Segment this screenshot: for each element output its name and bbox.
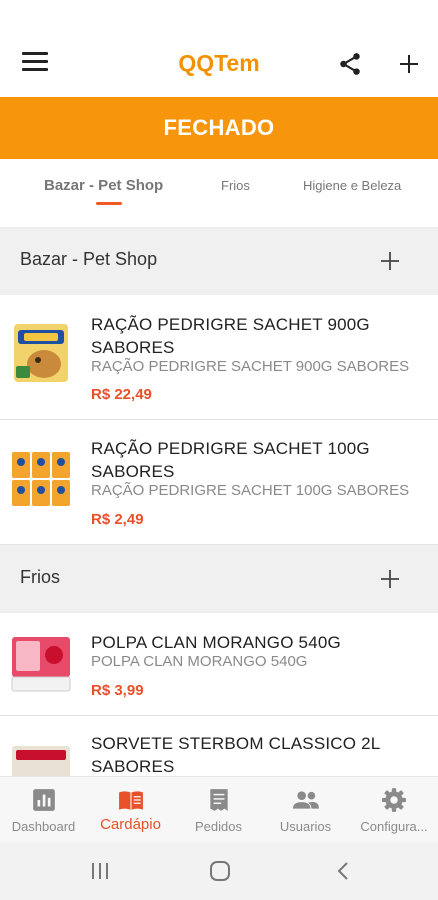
back-icon[interactable] bbox=[332, 860, 356, 882]
product-name: RAÇÃO PEDRIGRE SACHET 100G SABORES bbox=[91, 439, 370, 481]
nav-cardapio[interactable]: Cardápio bbox=[87, 777, 174, 843]
store-status-banner: FECHADO bbox=[0, 97, 438, 159]
home-icon[interactable] bbox=[208, 860, 232, 882]
receipt-icon bbox=[209, 789, 228, 811]
nav-pedidos[interactable]: Pedidos bbox=[175, 777, 262, 843]
section-title: Bazar - Pet Shop bbox=[20, 249, 158, 269]
product-image bbox=[12, 452, 70, 506]
product-description: RAÇÃO PEDRIGRE SACHET 100G SABORES bbox=[91, 482, 410, 499]
nav-label: Dashboard bbox=[11, 819, 76, 834]
nav-label: Cardápio bbox=[100, 816, 161, 833]
product-name: SORVETE STERBOM CLASSICO 2L SABORES bbox=[91, 734, 380, 776]
product-name: POLPA CLAN MORANGO 540G bbox=[91, 633, 341, 652]
gear-icon bbox=[382, 788, 406, 812]
product-item[interactable]: POLPA CLAN MORANGO 540G POLPA CLAN MORAN… bbox=[0, 613, 438, 716]
tab-frios[interactable]: Frios bbox=[221, 178, 250, 193]
category-tabs: Bazar - Pet Shop Frios Higiene e Beleza bbox=[0, 159, 438, 225]
nav-label: Configura... bbox=[360, 819, 428, 834]
app-title: QQTem bbox=[178, 50, 260, 76]
recent-apps-icon[interactable] bbox=[88, 860, 112, 882]
section-title: Frios bbox=[20, 567, 60, 587]
product-price: R$ 3,99 bbox=[91, 682, 144, 699]
product-item[interactable]: RAÇÃO PEDRIGRE SACHET 100G SABORES RAÇÃO… bbox=[0, 420, 438, 545]
product-item[interactable]: RAÇÃO PEDRIGRE SACHET 900G SABORES RAÇÃO… bbox=[0, 295, 438, 420]
bottom-navigation: Dashboard Cardápio Pedidos Usuarios Conf… bbox=[0, 776, 438, 842]
people-icon bbox=[292, 791, 319, 809]
app-bar: QQTem bbox=[0, 0, 438, 97]
product-image bbox=[12, 746, 70, 776]
bar-chart-icon bbox=[32, 789, 55, 811]
nav-configuracoes[interactable]: Configura... bbox=[350, 777, 438, 843]
nav-label: Pedidos bbox=[195, 819, 242, 834]
add-icon[interactable] bbox=[397, 52, 421, 76]
system-navigation-bar bbox=[0, 842, 438, 900]
nav-usuarios[interactable]: Usuarios bbox=[262, 777, 349, 843]
tab-bazar-pet-shop[interactable]: Bazar - Pet Shop bbox=[44, 177, 163, 194]
share-icon[interactable] bbox=[337, 51, 363, 77]
product-description: RAÇÃO PEDRIGRE SACHET 900G SABORES bbox=[91, 358, 410, 375]
active-tab-indicator bbox=[96, 202, 122, 205]
product-description: POLPA CLAN MORANGO 540G bbox=[91, 653, 308, 670]
product-price: R$ 22,49 bbox=[91, 386, 152, 403]
tab-higiene-e-beleza[interactable]: Higiene e Beleza bbox=[303, 178, 401, 193]
product-price: R$ 2,49 bbox=[91, 511, 144, 528]
product-name: RAÇÃO PEDRIGRE SACHET 900G SABORES bbox=[91, 315, 370, 357]
add-item-icon[interactable] bbox=[378, 567, 402, 591]
add-item-icon[interactable] bbox=[378, 249, 402, 273]
nav-label: Usuarios bbox=[279, 819, 332, 834]
product-item[interactable]: SORVETE STERBOM CLASSICO 2L SABORES bbox=[0, 716, 438, 776]
section-header-frios: Frios bbox=[0, 545, 438, 613]
menu-book-icon bbox=[118, 791, 143, 810]
product-image bbox=[14, 324, 68, 382]
section-header-bazar-pet-shop: Bazar - Pet Shop bbox=[0, 227, 438, 295]
product-image bbox=[11, 637, 71, 692]
nav-dashboard[interactable]: Dashboard bbox=[0, 777, 87, 843]
